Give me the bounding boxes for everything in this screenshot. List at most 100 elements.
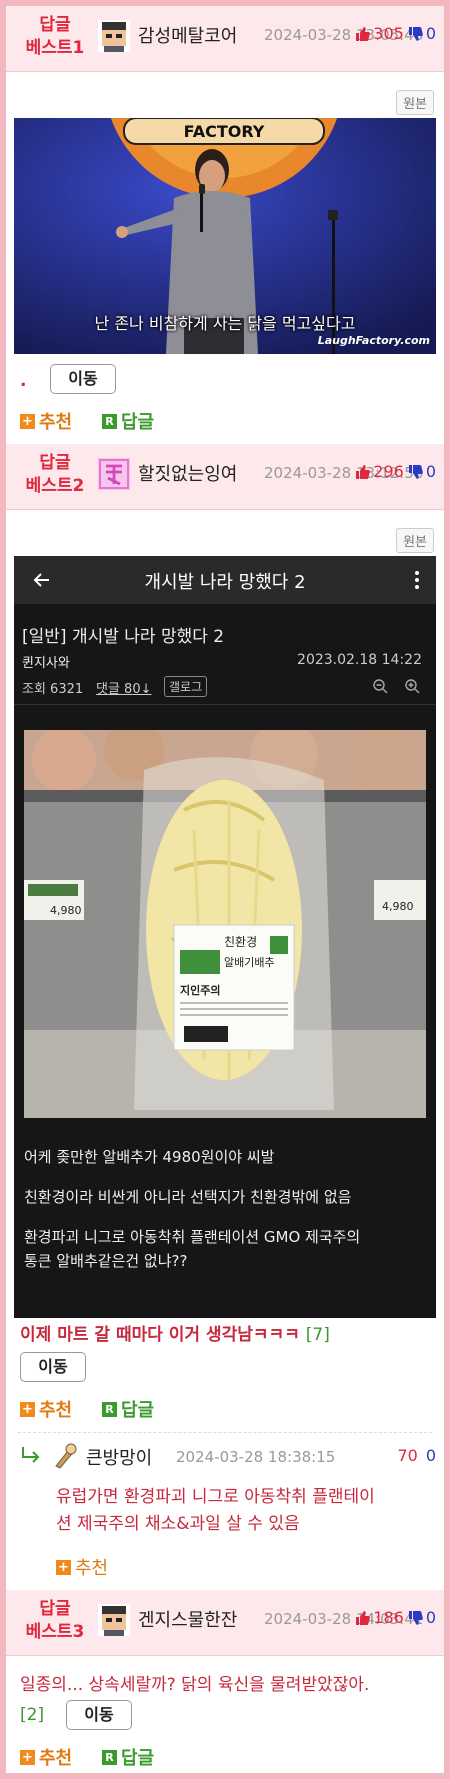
cabbage-photo: 4,980 4,980 친환경 알배기배추 지인주의: [24, 730, 426, 1118]
screenshot-topbar: 개시발 나라 망했다 2: [14, 556, 436, 604]
reply-button[interactable]: R 답글: [102, 408, 154, 434]
image-subtitle: 난 존나 비참하게 사는 닭을 먹고싶다고: [94, 314, 356, 333]
reply-count[interactable]: [2]: [20, 1702, 44, 1729]
sub-reply-votes: 70 0: [397, 1446, 436, 1465]
nickname[interactable]: 감성메탈코어: [138, 22, 237, 48]
best-badge-line1: 답글: [39, 1599, 71, 1619]
best-replies-panel: 답글 베스트1 감성메탈코어 2024-03-28 13:05:48 305 0…: [6, 6, 444, 1773]
screenshot-views: 조회 6321: [22, 682, 84, 697]
best-badge-line1: 답글: [39, 15, 71, 35]
plus-icon: +: [56, 1559, 71, 1575]
plus-icon: +: [20, 1401, 35, 1417]
upvote-count: 305: [373, 24, 404, 43]
avatar-bat-icon[interactable]: [50, 1440, 80, 1470]
thumbs-up-icon[interactable]: [354, 26, 371, 42]
vote-counts: 296 0: [354, 462, 436, 481]
recommend-button[interactable]: + 추천: [20, 1744, 72, 1770]
move-button[interactable]: 이동: [66, 1700, 132, 1730]
screenshot-bar-title: 개시발 나라 망했다 2: [144, 572, 306, 593]
shelf-price-left: 4,980: [50, 904, 82, 917]
screenshot-gallery-button: 갤로그: [164, 676, 208, 697]
screenshot-author: 퀸지사와: [22, 656, 70, 671]
avatar-pixel-icon[interactable]: [98, 1604, 130, 1636]
screenshot-post-title: [일반] 개시발 나라 망했다 2: [22, 627, 225, 647]
downvote-count: 0: [425, 1608, 436, 1627]
reply-label: 답글: [121, 1748, 155, 1769]
best-badge: 답글 베스트1: [18, 14, 92, 60]
recommend-label: 추천: [39, 1748, 73, 1769]
zoom-in-icon: [405, 679, 420, 694]
reply-label: 답글: [121, 1400, 155, 1421]
label-maker-text: 지인주의: [180, 983, 220, 997]
sub-reply-date: 2024-03-28 18:38:15: [176, 1448, 336, 1466]
reply-text: 일종의... 상속세랄까? 닭의 육신을 물려받았잖아.: [20, 1675, 370, 1695]
downvote-count: 0: [425, 462, 436, 481]
original-image-button[interactable]: 원본: [396, 528, 434, 553]
best-reply-header-1: 답글 베스트1 감성메탈코어 2024-03-28 13:05:48 305 0: [6, 6, 444, 72]
more-vertical-icon: [415, 571, 419, 589]
reply-text: .: [20, 371, 27, 391]
screenshot-body-line1: 어케 좆만한 알배추가 4980원이야 씨발: [24, 1148, 275, 1166]
downvote-count: 0: [425, 1446, 436, 1465]
upvote-count: 70: [397, 1446, 418, 1465]
screenshot-body-line2: 친환경이라 비싼게 아니라 선택지가 친환경밖에 없음: [24, 1188, 352, 1206]
reply-count[interactable]: [7]: [306, 1325, 330, 1345]
nickname[interactable]: 할짓없는잉여: [138, 460, 237, 486]
label-product-text: 알배기배추: [224, 955, 275, 969]
reply-text-row: 이제 마트 갈 때마다 이거 생각남ㅋㅋㅋ [7]: [20, 1322, 330, 1349]
recommend-button[interactable]: + 추천: [20, 1396, 72, 1422]
best-badge-line2: 베스트2: [25, 476, 85, 496]
reply-button[interactable]: R 답글: [102, 1396, 154, 1422]
best-badge-line1: 답글: [39, 453, 71, 473]
screenshot-body-line4: 통큰 알배추같은건 없냐??: [24, 1252, 188, 1270]
thumbs-up-icon[interactable]: [354, 1610, 371, 1626]
screenshot-date: 2023.02.18 14:22: [297, 652, 422, 668]
reply-arrow-icon: [22, 1447, 40, 1463]
best-badge: 답글 베스트2: [18, 452, 92, 498]
recommend-label: 추천: [75, 1558, 109, 1579]
avatar-pink-icon[interactable]: [98, 458, 130, 490]
reply-r-icon: R: [102, 1749, 117, 1765]
reply-r-icon: R: [102, 1401, 117, 1417]
best-reply-header-2: 답글 베스트2 할짓없는잉여 2024-03-28 13:12:58 296 0: [6, 444, 444, 510]
best-badge: 답글 베스트3: [18, 1598, 92, 1644]
sub-reply-text: 유럽가면 환경파괴 니그로 아동착취 플랜테이 션 제국주의 채소&과일 살 수…: [56, 1484, 375, 1538]
screenshot-divider: [14, 704, 436, 705]
factory-sign-text: FACTORY: [184, 122, 265, 141]
vote-counts: 305 0: [354, 24, 436, 43]
original-image-button[interactable]: 원본: [396, 90, 434, 115]
attached-image-standup[interactable]: FACTORY 난 존나 비참하게 사는 닭을 먹고싶다고 LaughFacto…: [14, 118, 436, 354]
recommend-label: 추천: [39, 1400, 73, 1421]
move-button[interactable]: 이동: [20, 1352, 86, 1382]
attached-image-screenshot[interactable]: 개시발 나라 망했다 2 [일반] 개시발 나라 망했다 2 퀸지사와 2023…: [14, 556, 436, 1318]
move-button[interactable]: 이동: [50, 364, 116, 394]
avatar-pixel-icon[interactable]: [98, 20, 130, 52]
best-badge-line2: 베스트3: [25, 1622, 85, 1642]
label-brand-text: 친환경: [224, 935, 257, 949]
best-badge-line2: 베스트1: [25, 38, 85, 58]
sub-reply-text-line1: 유럽가면 환경파괴 니그로 아동착취 플랜테이: [56, 1487, 375, 1507]
vote-counts: 186 0: [354, 1608, 436, 1627]
upvote-count: 186: [373, 1608, 404, 1627]
nickname[interactable]: 겐지스물한잔: [138, 1606, 237, 1632]
upvote-count: 296: [373, 462, 404, 481]
thumbs-up-icon[interactable]: [354, 464, 371, 480]
reply-button[interactable]: R 답글: [102, 1744, 154, 1770]
sub-reply-nickname[interactable]: 큰방망이: [86, 1444, 152, 1470]
zoom-out-icon: [373, 679, 388, 694]
reply-label: 답글: [121, 412, 155, 433]
shelf-price-right: 4,980: [382, 900, 414, 913]
screenshot-body-line3: 환경파괴 니그로 아동착취 플랜테이션 GMO 제국주의: [24, 1228, 361, 1246]
recommend-button[interactable]: + 추천: [20, 408, 72, 434]
recommend-label: 추천: [39, 412, 73, 433]
thumbs-down-icon[interactable]: [407, 1610, 423, 1626]
sub-reply-divider: [18, 1432, 432, 1433]
sub-reply-text-line2: 션 제국주의 채소&과일 살 수 있음: [56, 1514, 300, 1534]
thumbs-down-icon[interactable]: [407, 26, 423, 42]
reply-r-icon: R: [102, 413, 117, 429]
reply-text: 이제 마트 갈 때마다 이거 생각남ㅋㅋㅋ: [20, 1325, 300, 1345]
thumbs-down-icon[interactable]: [407, 464, 423, 480]
sub-reply-recommend-button[interactable]: + 추천: [56, 1554, 108, 1580]
image-watermark: LaughFactory.com: [317, 334, 430, 347]
best-reply-header-3: 답글 베스트3 겐지스물한잔 2024-03-28 14:03:41 186 0: [6, 1590, 444, 1656]
